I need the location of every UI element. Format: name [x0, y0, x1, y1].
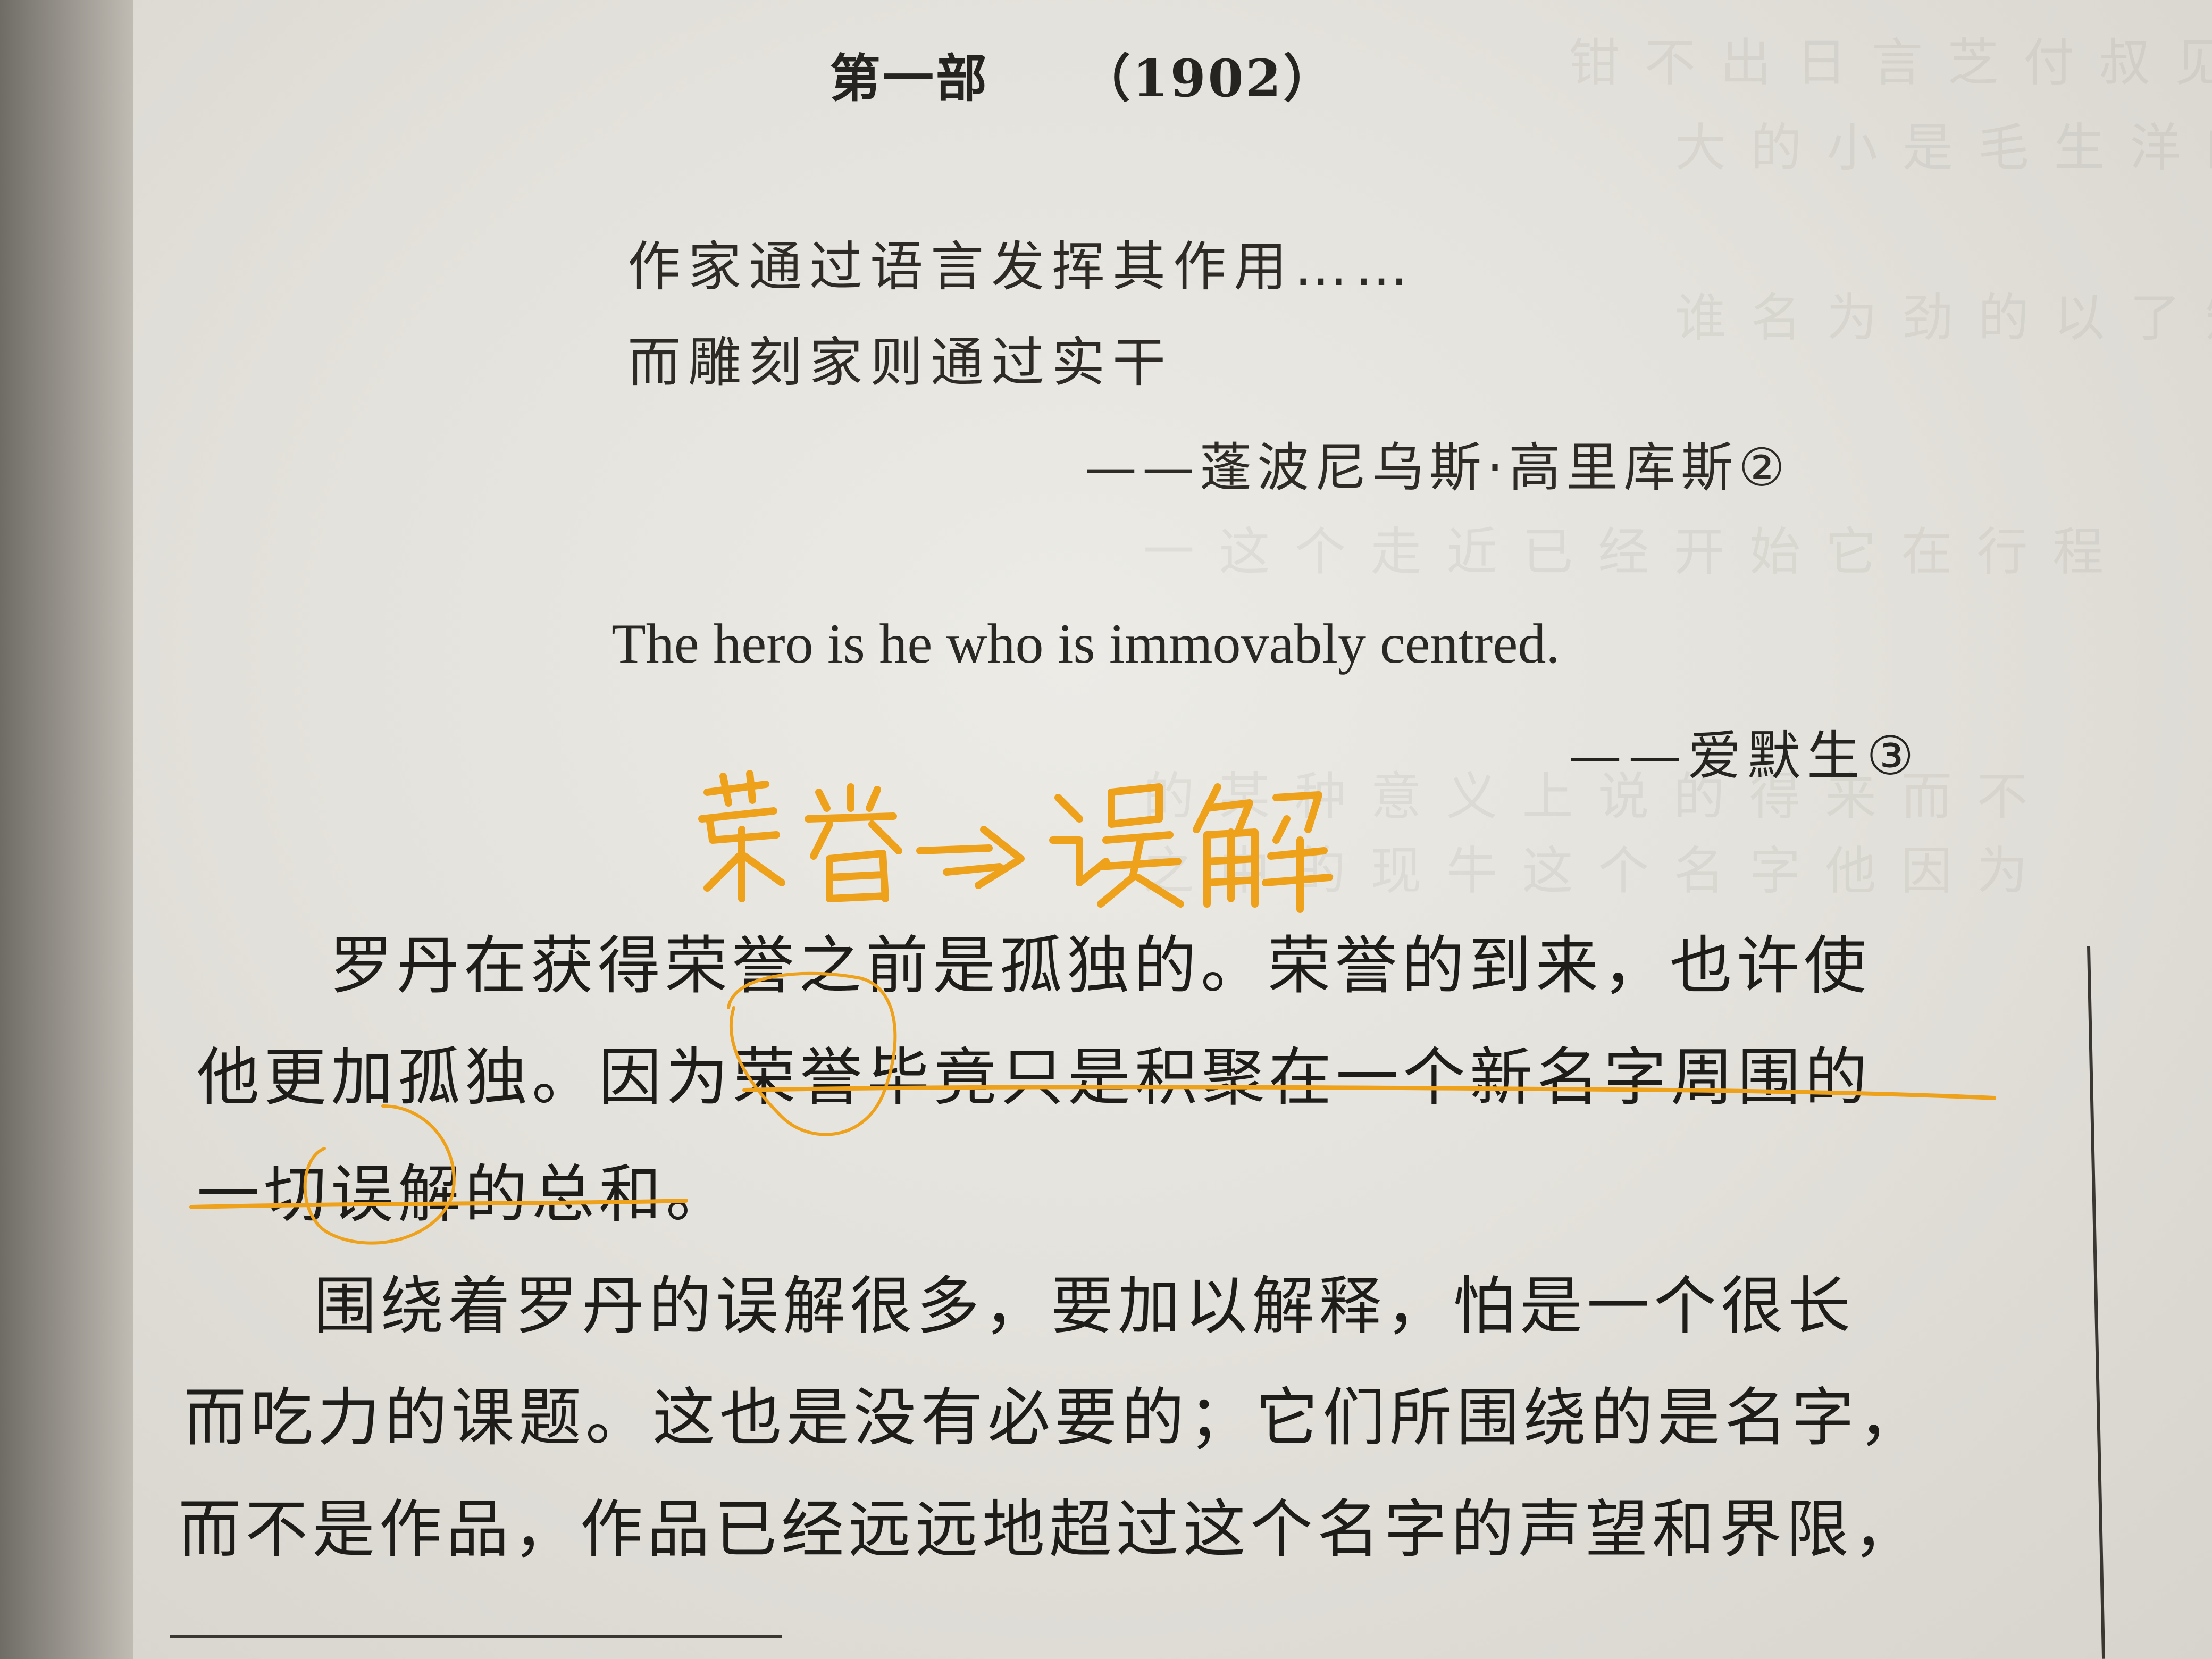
book-spine-shadow — [0, 0, 133, 1659]
bottom-rule — [170, 1635, 782, 1638]
epigraph-line-2: 而雕刻家则通过实干 — [627, 331, 1173, 393]
bleed-through-text: 钳 不 出 日 言 芝 付 叔 见 蒲 以 — [1569, 33, 2212, 93]
chapter-year: （1902） — [1079, 48, 1337, 108]
bleed-through-text: 谁 名 为 劲 的 以 了 知 安 的 新 — [1675, 288, 2212, 348]
chapter-part: 第一部 — [830, 48, 989, 108]
epigraph-attribution: ——蓬波尼乌斯·高里库斯② — [1085, 438, 1791, 498]
body-line-3: 一切误解的总和。 — [197, 1158, 733, 1231]
chapter-heading: 第一部 （1902） — [830, 37, 1336, 111]
bleed-through-text: 一 这 个 走 近 已 经 开 始 它 在 行 程 — [1143, 522, 2108, 582]
body-line-2: 他更加孤独。因为荣誉毕竟只是积聚在一个新名字周围的 — [197, 1041, 1872, 1114]
english-epigraph-attribution: ——爱默生③ — [1569, 725, 1921, 787]
english-epigraph: The hero is he who is immovably centred. — [611, 613, 1560, 675]
bleed-through-text: 之 中 的 现 牛 这 个 名 字 他 因 为 — [1143, 841, 2032, 901]
epigraph-line-1: 作家通过语言发挥其作用…… — [627, 236, 1415, 298]
body-line-1: 罗丹在获得荣誉之前是孤独的。荣誉的到来，也许使 — [330, 929, 1871, 1002]
body-line-6: 而不是作品，作品已经远远地超过这个名字的声望和界限， — [178, 1493, 1921, 1566]
body-line-4: 围绕着罗丹的误解很多，要加以解释，怕是一个很长 — [314, 1269, 1855, 1343]
bleed-through-text: 大 的 小 是 毛 生 洋 的 情 况 之 — [1675, 118, 2212, 178]
body-line-5: 而吃力的课题。这也是没有必要的；它们所围绕的是名字， — [183, 1381, 1926, 1454]
